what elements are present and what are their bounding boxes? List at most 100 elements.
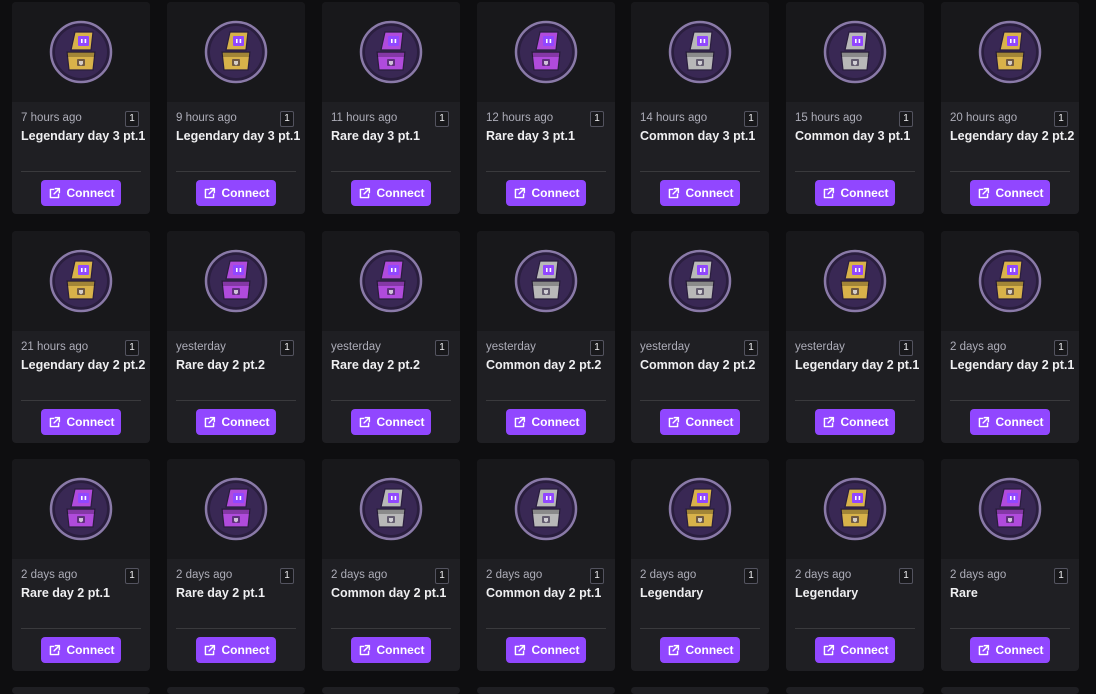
drop-quantity-badge: 1	[899, 340, 913, 356]
drop-image-area	[477, 2, 615, 102]
twitch-crate-icon	[359, 20, 423, 84]
drop-card: 2 days ago 1 Rare day 2 pt.1 Connect	[12, 459, 150, 671]
drop-quantity-badge: 1	[590, 340, 604, 356]
card-divider	[176, 628, 296, 629]
drop-info: 11 hours ago 1 Rare day 3 pt.1	[322, 102, 460, 172]
drop-card: 9 hours ago 1 Legendary day 3 pt.1 Conne…	[167, 2, 305, 214]
connect-button[interactable]: Connect	[41, 180, 121, 206]
drop-info: 15 hours ago 1 Common day 3 pt.1	[786, 102, 924, 172]
external-link-icon	[668, 644, 679, 655]
external-link-icon	[49, 644, 60, 655]
connect-button[interactable]: Connect	[506, 409, 586, 435]
external-link-icon	[823, 187, 834, 198]
connect-button[interactable]: Connect	[506, 180, 586, 206]
connect-button-label: Connect	[221, 186, 270, 200]
drop-info: yesterday 1 Rare day 2 pt.2	[167, 331, 305, 401]
drop-info: 2 days ago 1 Common day 2 pt.1	[322, 559, 460, 629]
drop-card: yesterday 1 Common day 2 pt.2 Connect	[631, 231, 769, 443]
drop-time: 2 days ago	[331, 569, 388, 581]
connect-button[interactable]: Connect	[815, 409, 895, 435]
connect-button[interactable]: Connect	[506, 637, 586, 663]
drop-image-area	[631, 459, 769, 559]
twitch-crate-icon	[204, 477, 268, 541]
connect-button-label: Connect	[995, 186, 1044, 200]
card-divider	[331, 400, 451, 401]
external-link-icon	[514, 644, 525, 655]
external-link-icon	[359, 416, 370, 427]
drop-title: Rare day 3 pt.1	[486, 129, 575, 143]
drop-time: 2 days ago	[950, 341, 1007, 353]
drop-card: 7 hours ago 1 Legendary day 3 pt.1 Conne…	[12, 2, 150, 214]
connect-button[interactable]: Connect	[351, 409, 431, 435]
drop-time: 21 hours ago	[21, 341, 89, 353]
twitch-crate-icon	[823, 477, 887, 541]
drop-quantity-badge: 1	[590, 568, 604, 584]
drop-title: Legendary day 2 pt.1	[795, 358, 920, 372]
drop-quantity-badge: 1	[744, 111, 758, 127]
connect-button[interactable]: Connect	[196, 180, 276, 206]
drop-quantity-badge: 1	[125, 568, 139, 584]
drop-title: Legendary	[640, 586, 704, 600]
drop-quantity-badge: 1	[435, 568, 449, 584]
twitch-crate-icon	[514, 477, 578, 541]
card-divider	[21, 400, 141, 401]
drop-title: Rare day 3 pt.1	[331, 129, 420, 143]
connect-button[interactable]: Connect	[41, 637, 121, 663]
twitch-crate-icon	[823, 20, 887, 84]
drop-card-partial	[477, 687, 615, 694]
drop-image-area	[322, 231, 460, 331]
connect-button[interactable]: Connect	[351, 637, 431, 663]
card-divider	[795, 400, 915, 401]
drop-card-partial	[631, 687, 769, 694]
connect-button[interactable]: Connect	[41, 409, 121, 435]
drop-card-partial	[786, 687, 924, 694]
drop-time: yesterday	[331, 341, 381, 353]
drop-image-area	[12, 231, 150, 331]
drop-time: 11 hours ago	[331, 112, 398, 124]
connect-button[interactable]: Connect	[970, 409, 1050, 435]
drop-card-partial	[322, 687, 460, 694]
drop-card: 2 days ago 1 Rare day 2 pt.1 Connect	[167, 459, 305, 671]
drop-image-area	[167, 231, 305, 331]
drop-quantity-badge: 1	[899, 568, 913, 584]
drop-title: Common day 2 pt.2	[640, 358, 756, 372]
drop-info: 2 days ago 1 Legendary day 2 pt.1	[941, 331, 1079, 401]
drop-quantity-badge: 1	[125, 340, 139, 356]
connect-button[interactable]: Connect	[970, 637, 1050, 663]
connect-button[interactable]: Connect	[196, 409, 276, 435]
drop-card: 11 hours ago 1 Rare day 3 pt.1 Connect	[322, 2, 460, 214]
connect-button[interactable]: Connect	[815, 637, 895, 663]
drops-grid: 7 hours ago 1 Legendary day 3 pt.1 Conne…	[0, 0, 1096, 694]
drop-info: 14 hours ago 1 Common day 3 pt.1	[631, 102, 769, 172]
connect-button-label: Connect	[221, 415, 270, 429]
connect-button[interactable]: Connect	[815, 180, 895, 206]
drop-quantity-badge: 1	[744, 340, 758, 356]
connect-button[interactable]: Connect	[660, 409, 740, 435]
connect-button[interactable]: Connect	[196, 637, 276, 663]
twitch-crate-icon	[204, 249, 268, 313]
drop-image-area	[167, 2, 305, 102]
drop-image-area	[786, 459, 924, 559]
drop-card: 2 days ago 1 Legendary Connect	[786, 459, 924, 671]
drop-title: Rare day 2 pt.2	[176, 358, 265, 372]
connect-button-label: Connect	[995, 643, 1044, 657]
drop-info: 21 hours ago 1 Legendary day 2 pt.2	[12, 331, 150, 401]
connect-button[interactable]: Connect	[660, 180, 740, 206]
card-divider	[640, 171, 760, 172]
drop-image-area	[167, 459, 305, 559]
twitch-crate-icon	[204, 20, 268, 84]
card-divider	[640, 400, 760, 401]
drop-time: 2 days ago	[176, 569, 233, 581]
drop-info: 2 days ago 1 Rare day 2 pt.1	[167, 559, 305, 629]
drop-time: 15 hours ago	[795, 112, 863, 124]
external-link-icon	[668, 187, 679, 198]
drop-time: 2 days ago	[795, 569, 852, 581]
drop-quantity-badge: 1	[1054, 340, 1068, 356]
connect-button[interactable]: Connect	[351, 180, 431, 206]
external-link-icon	[514, 416, 525, 427]
connect-button[interactable]: Connect	[660, 637, 740, 663]
connect-button-label: Connect	[531, 415, 580, 429]
drop-card: 14 hours ago 1 Common day 3 pt.1 Connect	[631, 2, 769, 214]
drop-title: Rare day 2 pt.1	[21, 586, 110, 600]
connect-button[interactable]: Connect	[970, 180, 1050, 206]
